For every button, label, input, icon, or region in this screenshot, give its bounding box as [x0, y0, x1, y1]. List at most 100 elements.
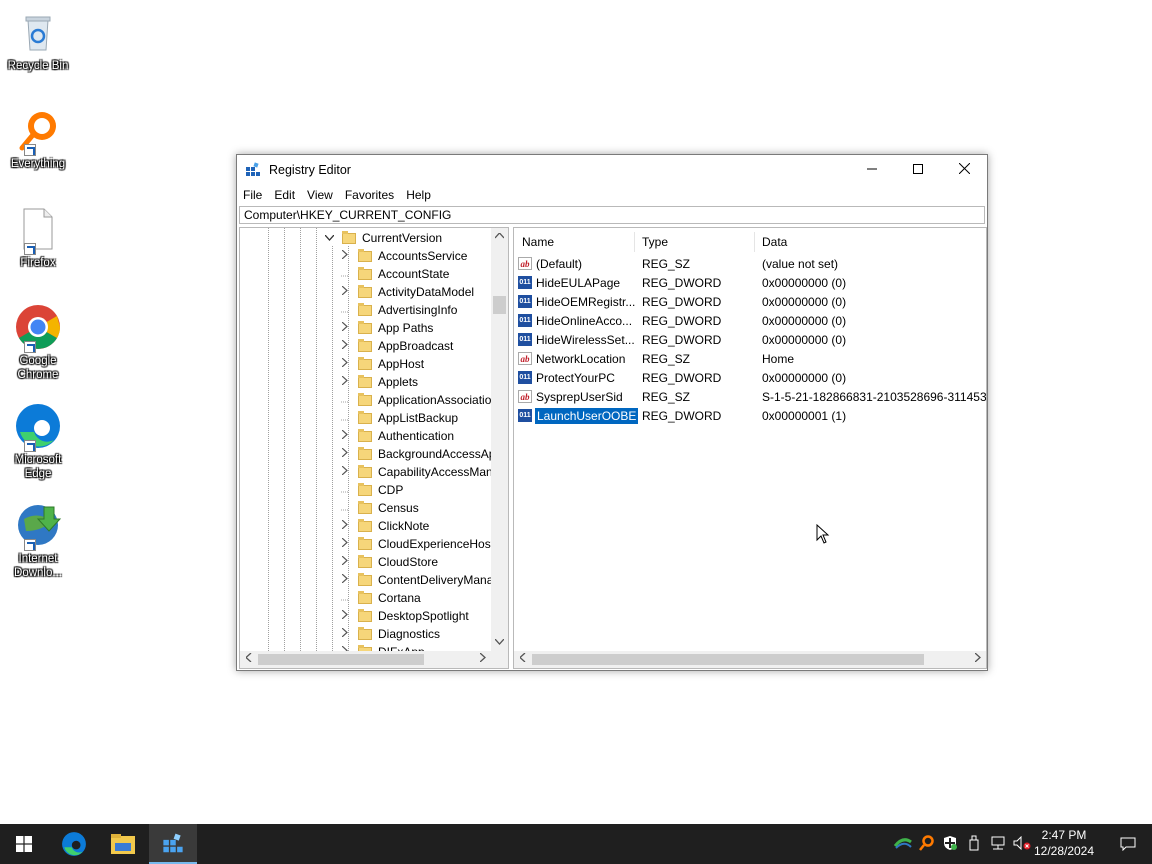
- tree-item[interactable]: AccountsService: [340, 247, 467, 265]
- network-sync-icon[interactable]: [892, 836, 914, 853]
- chevron-right-icon[interactable]: [340, 573, 350, 586]
- tree-item[interactable]: Census: [340, 499, 419, 517]
- tree-item[interactable]: AppBroadcast: [340, 337, 453, 355]
- start-button[interactable]: [0, 824, 48, 864]
- usb-device-icon[interactable]: [962, 835, 986, 854]
- tree-item[interactable]: Applets: [340, 373, 418, 391]
- tree-item[interactable]: ActivityDataModel: [340, 283, 474, 301]
- tree-item[interactable]: Authentication: [340, 427, 454, 445]
- menu-view[interactable]: View: [301, 188, 339, 202]
- taskbar-edge[interactable]: [50, 824, 98, 864]
- column-header-type[interactable]: Type: [642, 232, 668, 252]
- scroll-up-arrow-icon[interactable]: [491, 228, 508, 245]
- tree-horizontal-scrollbar[interactable]: [240, 651, 508, 668]
- value-type: REG_DWORD: [642, 275, 722, 290]
- chevron-right-icon[interactable]: [340, 375, 350, 388]
- value-name: SysprepUserSid: [536, 389, 623, 404]
- tree-item[interactable]: CloudExperienceHost: [340, 535, 494, 553]
- taskbar-file-explorer[interactable]: [99, 824, 147, 864]
- chevron-right-icon[interactable]: [340, 609, 350, 622]
- tree-item[interactable]: DesktopSpotlight: [340, 607, 469, 625]
- scroll-thumb[interactable]: [258, 654, 424, 665]
- desktop-icon-internet-download-manager[interactable]: Internet Downlo...: [2, 501, 74, 580]
- tree-item[interactable]: ContentDeliveryMana: [340, 571, 493, 589]
- network-icon[interactable]: [986, 836, 1010, 853]
- desktop-icon-microsoft-edge[interactable]: Microsoft Edge: [2, 402, 74, 481]
- tree-item[interactable]: AccountState: [340, 265, 449, 283]
- scroll-right-arrow-icon[interactable]: [474, 651, 491, 668]
- column-header-data[interactable]: Data: [762, 232, 787, 252]
- column-header-name[interactable]: Name: [522, 232, 554, 252]
- tree-item[interactable]: ApplicationAssociatio: [340, 391, 491, 409]
- close-button[interactable]: [941, 155, 987, 185]
- column-separator[interactable]: [754, 232, 755, 252]
- tree-item[interactable]: CloudStore: [340, 553, 438, 571]
- column-separator[interactable]: [634, 232, 635, 252]
- desktop-icon-everything[interactable]: Everything: [2, 106, 74, 171]
- value-row[interactable]: ab SysprepUserSid REG_SZ S-1-5-21-182866831…: [518, 387, 986, 406]
- scroll-thumb[interactable]: [493, 296, 506, 314]
- action-center-button[interactable]: [1104, 824, 1152, 864]
- scroll-down-arrow-icon[interactable]: [491, 634, 508, 651]
- taskbar-clock[interactable]: 2:47 PM 12/28/2024: [1030, 827, 1098, 859]
- chevron-right-icon[interactable]: [340, 537, 350, 550]
- tree-item-label: CloudStore: [378, 555, 439, 569]
- tree-vertical-scrollbar[interactable]: [491, 228, 508, 651]
- chevron-right-icon[interactable]: [340, 321, 350, 334]
- menu-file[interactable]: File: [237, 188, 268, 202]
- chevron-down-icon[interactable]: [324, 233, 334, 244]
- menu-edit[interactable]: Edit: [268, 188, 301, 202]
- values-list[interactable]: Name Type Data ab (Default) REG_SZ (value n…: [513, 227, 987, 669]
- value-row[interactable]: 011 HideEULAPage REG_DWORD 0x00000000 (0): [518, 273, 986, 292]
- tree-item[interactable]: CDP: [340, 481, 403, 499]
- chevron-right-icon[interactable]: [340, 627, 350, 640]
- value-row[interactable]: ab NetworkLocation REG_SZ Home: [518, 349, 986, 368]
- chevron-right-icon[interactable]: [340, 357, 350, 370]
- list-horizontal-scrollbar[interactable]: [514, 651, 986, 668]
- minimize-icon: [867, 161, 877, 179]
- tree-item[interactable]: BackgroundAccessAp: [340, 445, 495, 463]
- tree-item[interactable]: CapabilityAccessMana: [340, 463, 499, 481]
- chevron-right-icon[interactable]: [340, 447, 350, 460]
- desktop-icon-firefox[interactable]: Firefox: [2, 205, 74, 270]
- chevron-right-icon[interactable]: [340, 555, 350, 568]
- address-bar[interactable]: Computer\HKEY_CURRENT_CONFIG: [239, 206, 985, 224]
- value-row[interactable]: 011 HideOEMRegistr... REG_DWORD 0x00000000 …: [518, 292, 986, 311]
- chevron-right-icon[interactable]: [340, 249, 350, 262]
- desktop-icon-google-chrome[interactable]: Google Chrome: [2, 303, 74, 382]
- tree-item-label: DesktopSpotlight: [378, 609, 469, 623]
- tree-item-currentversion[interactable]: CurrentVersion: [324, 229, 442, 247]
- tree-item[interactable]: AppListBackup: [340, 409, 458, 427]
- scroll-left-arrow-icon[interactable]: [240, 651, 257, 668]
- tree-item[interactable]: App Paths: [340, 319, 433, 337]
- chevron-right-icon[interactable]: [340, 339, 350, 352]
- security-shield-icon[interactable]: [938, 835, 962, 854]
- maximize-button[interactable]: [895, 155, 941, 185]
- desktop-icon-recycle-bin[interactable]: Recycle Bin: [2, 8, 74, 73]
- value-row[interactable]: 011 LaunchUserOOBE REG_DWORD 0x00000001 (1): [518, 406, 986, 425]
- scroll-left-arrow-icon[interactable]: [514, 651, 531, 668]
- everything-tray-icon[interactable]: [914, 834, 938, 854]
- minimize-button[interactable]: [849, 155, 895, 185]
- scroll-right-arrow-icon[interactable]: [969, 651, 986, 668]
- tree-item[interactable]: Diagnostics: [340, 625, 440, 643]
- value-row[interactable]: ab (Default) REG_SZ (value not set): [518, 254, 986, 273]
- taskbar-registry-editor[interactable]: [149, 824, 197, 864]
- value-row[interactable]: 011 HideOnlineAcco... REG_DWORD 0x00000000 …: [518, 311, 986, 330]
- tree-item[interactable]: AppHost: [340, 355, 424, 373]
- title-bar[interactable]: Registry Editor: [237, 155, 987, 185]
- menu-help[interactable]: Help: [400, 188, 437, 202]
- value-row[interactable]: 011 HideWirelessSet... REG_DWORD 0x00000000…: [518, 330, 986, 349]
- folder-icon: [358, 320, 372, 334]
- tree-item[interactable]: AdvertisingInfo: [340, 301, 457, 319]
- scroll-thumb[interactable]: [532, 654, 924, 665]
- tree-item[interactable]: Cortana: [340, 589, 421, 607]
- chevron-right-icon[interactable]: [340, 429, 350, 442]
- chevron-right-icon[interactable]: [340, 519, 350, 532]
- chevron-right-icon[interactable]: [340, 285, 350, 298]
- tree-item[interactable]: ClickNote: [340, 517, 429, 535]
- value-row[interactable]: 011 ProtectYourPC REG_DWORD 0x00000000 (0): [518, 368, 986, 387]
- registry-tree[interactable]: CurrentVersion AccountsService AccountSta…: [239, 227, 509, 669]
- chevron-right-icon[interactable]: [340, 465, 350, 478]
- menu-favorites[interactable]: Favorites: [339, 188, 400, 202]
